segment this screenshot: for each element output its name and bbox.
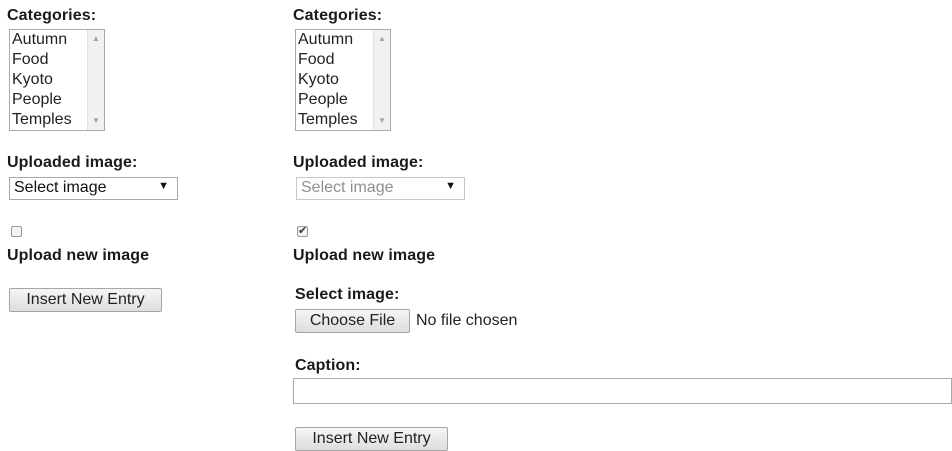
category-option-people[interactable]: People <box>12 90 62 110</box>
caption-label: Caption: <box>295 357 361 374</box>
upload-new-image-label: Upload new image <box>7 247 150 264</box>
category-option-people[interactable]: People <box>298 90 348 110</box>
scroll-up-arrow-icon[interactable]: ▲ <box>92 34 100 44</box>
dropdown-caret-icon: ▼ <box>445 180 456 192</box>
category-option-temples[interactable]: Temples <box>12 110 72 130</box>
insert-new-entry-button[interactable]: Insert New Entry <box>295 427 448 451</box>
no-file-chosen-text: No file chosen <box>416 312 518 329</box>
upload-new-image-checkbox[interactable]: ✔ <box>297 225 308 237</box>
listbox-scrollbar[interactable]: ▲ ▼ <box>373 30 390 130</box>
scroll-up-arrow-icon[interactable]: ▲ <box>378 34 386 44</box>
insert-new-entry-button[interactable]: Insert New Entry <box>9 288 162 312</box>
scroll-down-arrow-icon[interactable]: ▼ <box>92 116 100 126</box>
caption-input[interactable] <box>293 378 952 404</box>
category-option-temples[interactable]: Temples <box>298 110 358 130</box>
category-option-kyoto[interactable]: Kyoto <box>298 70 339 90</box>
categories-listbox[interactable]: Autumn Food Kyoto People Temples ▲ ▼ <box>295 29 391 131</box>
uploaded-image-selected-value: Select image <box>14 179 107 196</box>
category-option-autumn[interactable]: Autumn <box>12 30 67 50</box>
categories-listbox[interactable]: Autumn Food Kyoto People Temples ▲ ▼ <box>9 29 105 131</box>
select-image-label: Select image: <box>295 286 400 303</box>
category-option-food[interactable]: Food <box>12 50 48 70</box>
uploaded-image-label: Uploaded image: <box>293 154 424 171</box>
categories-label: Categories: <box>7 7 97 24</box>
uploaded-image-select[interactable]: Select image ▼ <box>9 177 178 200</box>
categories-label: Categories: <box>293 7 383 24</box>
upload-new-image-checkbox[interactable] <box>11 226 22 237</box>
category-option-kyoto[interactable]: Kyoto <box>12 70 53 90</box>
uploaded-image-label: Uploaded image: <box>7 154 138 171</box>
scroll-down-arrow-icon[interactable]: ▼ <box>378 116 386 126</box>
category-option-food[interactable]: Food <box>298 50 334 70</box>
upload-new-image-label: Upload new image <box>293 247 436 264</box>
checkmark-icon: ✔ <box>298 225 308 237</box>
category-option-autumn[interactable]: Autumn <box>298 30 353 50</box>
dropdown-caret-icon: ▼ <box>158 180 169 192</box>
choose-file-button[interactable]: Choose File <box>295 309 410 333</box>
uploaded-image-selected-value: Select image <box>301 179 394 196</box>
uploaded-image-select-disabled: Select image ▼ <box>296 177 465 200</box>
listbox-scrollbar[interactable]: ▲ ▼ <box>87 30 104 130</box>
